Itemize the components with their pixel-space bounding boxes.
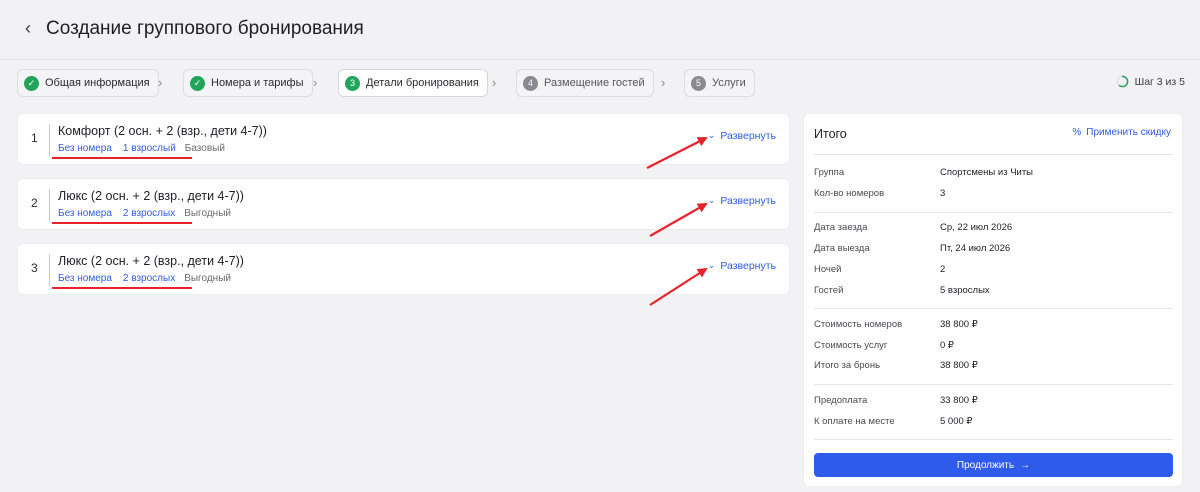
checkout-value: Пт, 24 июл 2026 <box>940 243 1011 254</box>
step-label: Общая информация <box>45 77 150 89</box>
divider <box>814 439 1173 440</box>
rooms-cost-label: Стоимость номеров <box>814 319 903 330</box>
services-cost-value: 0 ₽ <box>940 340 954 351</box>
room-meta: Без номера 1 взрослый Базовый <box>58 143 225 154</box>
expand-button[interactable]: ⌄ Развернуть <box>707 129 776 143</box>
step-label: Услуги <box>712 77 746 89</box>
annotation-underline <box>52 222 192 224</box>
room-card: 2 Люкс (2 осн. + 2 (взр., дети 4-7)) Без… <box>17 178 790 230</box>
checkin-value: Ср, 22 июл 2026 <box>940 222 1013 233</box>
divider <box>814 308 1173 309</box>
back-chevron-icon[interactable]: ‹ <box>18 16 38 40</box>
step-number-badge: 5 <box>691 75 706 91</box>
onsite-value: 5 000 ₽ <box>940 416 973 427</box>
summary-panel: Итого % Применить скидку Группа Спортсме… <box>803 113 1183 487</box>
total-value: 38 800 ₽ <box>940 360 978 371</box>
step-rooms-tariffs[interactable]: ✓ Номера и тарифы <box>183 69 313 97</box>
total-label: Итого за бронь <box>814 360 881 371</box>
onsite-label: К оплате на месте <box>814 416 895 427</box>
room-status-link[interactable]: Без номера <box>58 208 112 219</box>
continue-label: Продолжить <box>956 459 1015 471</box>
chevron-right-icon: › <box>313 75 318 90</box>
nights-label: Ночей <box>814 264 842 275</box>
step-general-info[interactable]: ✓ Общая информация <box>17 69 159 97</box>
rooms-cost-value: 38 800 ₽ <box>940 319 978 330</box>
room-number: 3 <box>31 261 38 275</box>
page-header: ‹ Создание группового бронирования <box>0 0 1200 60</box>
prepay-label: Предоплата <box>814 395 868 406</box>
room-name: Люкс (2 осн. + 2 (взр., дети 4-7)) <box>58 189 244 203</box>
group-value: Спортсмены из Читы <box>940 167 1034 178</box>
room-meta: Без номера 2 взрослых Выгодный <box>58 208 231 219</box>
wizard-stepper: ✓ Общая информация › ✓ Номера и тарифы ›… <box>17 69 1200 97</box>
chevron-right-icon: › <box>492 75 497 90</box>
expand-label: Развернуть <box>720 130 776 142</box>
room-number: 1 <box>31 131 38 145</box>
room-tariff: Выгодный <box>184 208 231 219</box>
step-counter: Шаг 3 из 5 <box>1116 75 1185 88</box>
divider <box>814 384 1173 385</box>
percent-icon: % <box>1072 127 1082 138</box>
room-card: 3 Люкс (2 осн. + 2 (взр., дети 4-7)) Без… <box>17 243 790 295</box>
expand-label: Развернуть <box>720 260 776 272</box>
page-title: Создание группового бронирования <box>46 18 364 39</box>
chevron-right-icon: › <box>661 75 666 90</box>
continue-button[interactable]: Продолжить → <box>814 453 1173 477</box>
discount-label: Применить скидку <box>1086 127 1171 138</box>
room-name: Комфорт (2 осн. + 2 (взр., дети 4-7)) <box>58 124 267 138</box>
step-booking-details[interactable]: 3 Детали бронирования <box>338 69 488 97</box>
summary-title: Итого <box>814 127 847 141</box>
apply-discount-button[interactable]: % Применить скидку <box>1072 127 1171 138</box>
checkout-label: Дата выезда <box>814 243 870 254</box>
divider <box>814 212 1173 213</box>
step-label: Размещение гостей <box>544 77 645 89</box>
step-number-badge: 4 <box>523 75 538 91</box>
expand-button[interactable]: ⌄ Развернуть <box>707 259 776 273</box>
room-status-link[interactable]: Без номера <box>58 273 112 284</box>
chevron-right-icon: › <box>158 75 163 90</box>
step-check-icon: ✓ <box>190 75 205 91</box>
step-label: Номера и тарифы <box>211 77 304 89</box>
rooms-count-value: 3 <box>940 188 946 199</box>
step-guest-placement[interactable]: 4 Размещение гостей <box>516 69 654 97</box>
chevron-down-icon: ⌄ <box>707 259 716 270</box>
room-divider <box>49 254 50 286</box>
room-divider <box>49 189 50 221</box>
arrow-right-icon: → <box>1020 459 1031 471</box>
room-guests-link[interactable]: 2 взрослых <box>123 208 175 219</box>
room-name: Люкс (2 осн. + 2 (взр., дети 4-7)) <box>58 254 244 268</box>
step-counter-text: Шаг 3 из 5 <box>1134 75 1185 88</box>
room-tariff: Выгодный <box>184 273 231 284</box>
chevron-down-icon: ⌄ <box>707 129 716 140</box>
room-status-link[interactable]: Без номера <box>58 143 112 154</box>
annotation-underline <box>52 157 192 159</box>
expand-label: Развернуть <box>720 195 776 207</box>
guests-value: 5 взрослых <box>940 285 990 296</box>
step-services[interactable]: 5 Услуги <box>684 69 755 97</box>
rooms-count-label: Кол-во номеров <box>814 188 885 199</box>
annotation-underline <box>52 287 192 289</box>
prepay-value: 33 800 ₽ <box>940 395 978 406</box>
room-guests-link[interactable]: 1 взрослый <box>123 143 176 154</box>
expand-button[interactable]: ⌄ Развернуть <box>707 194 776 208</box>
room-meta: Без номера 2 взрослых Выгодный <box>58 273 231 284</box>
services-cost-label: Стоимость услуг <box>814 340 888 351</box>
checkin-label: Дата заезда <box>814 222 868 233</box>
step-label: Детали бронирования <box>366 77 479 89</box>
chevron-down-icon: ⌄ <box>707 194 716 205</box>
guests-label: Гостей <box>814 285 844 296</box>
nights-value: 2 <box>940 264 946 275</box>
room-divider <box>49 124 50 156</box>
step-number-badge: 3 <box>345 75 360 91</box>
step-check-icon: ✓ <box>24 75 39 91</box>
group-label: Группа <box>814 167 845 178</box>
room-number: 2 <box>31 196 38 210</box>
room-guests-link[interactable]: 2 взрослых <box>123 273 175 284</box>
room-card: 1 Комфорт (2 осн. + 2 (взр., дети 4-7)) … <box>17 113 790 165</box>
divider <box>814 154 1173 155</box>
room-tariff: Базовый <box>184 143 225 154</box>
progress-ring-icon <box>1116 75 1128 88</box>
